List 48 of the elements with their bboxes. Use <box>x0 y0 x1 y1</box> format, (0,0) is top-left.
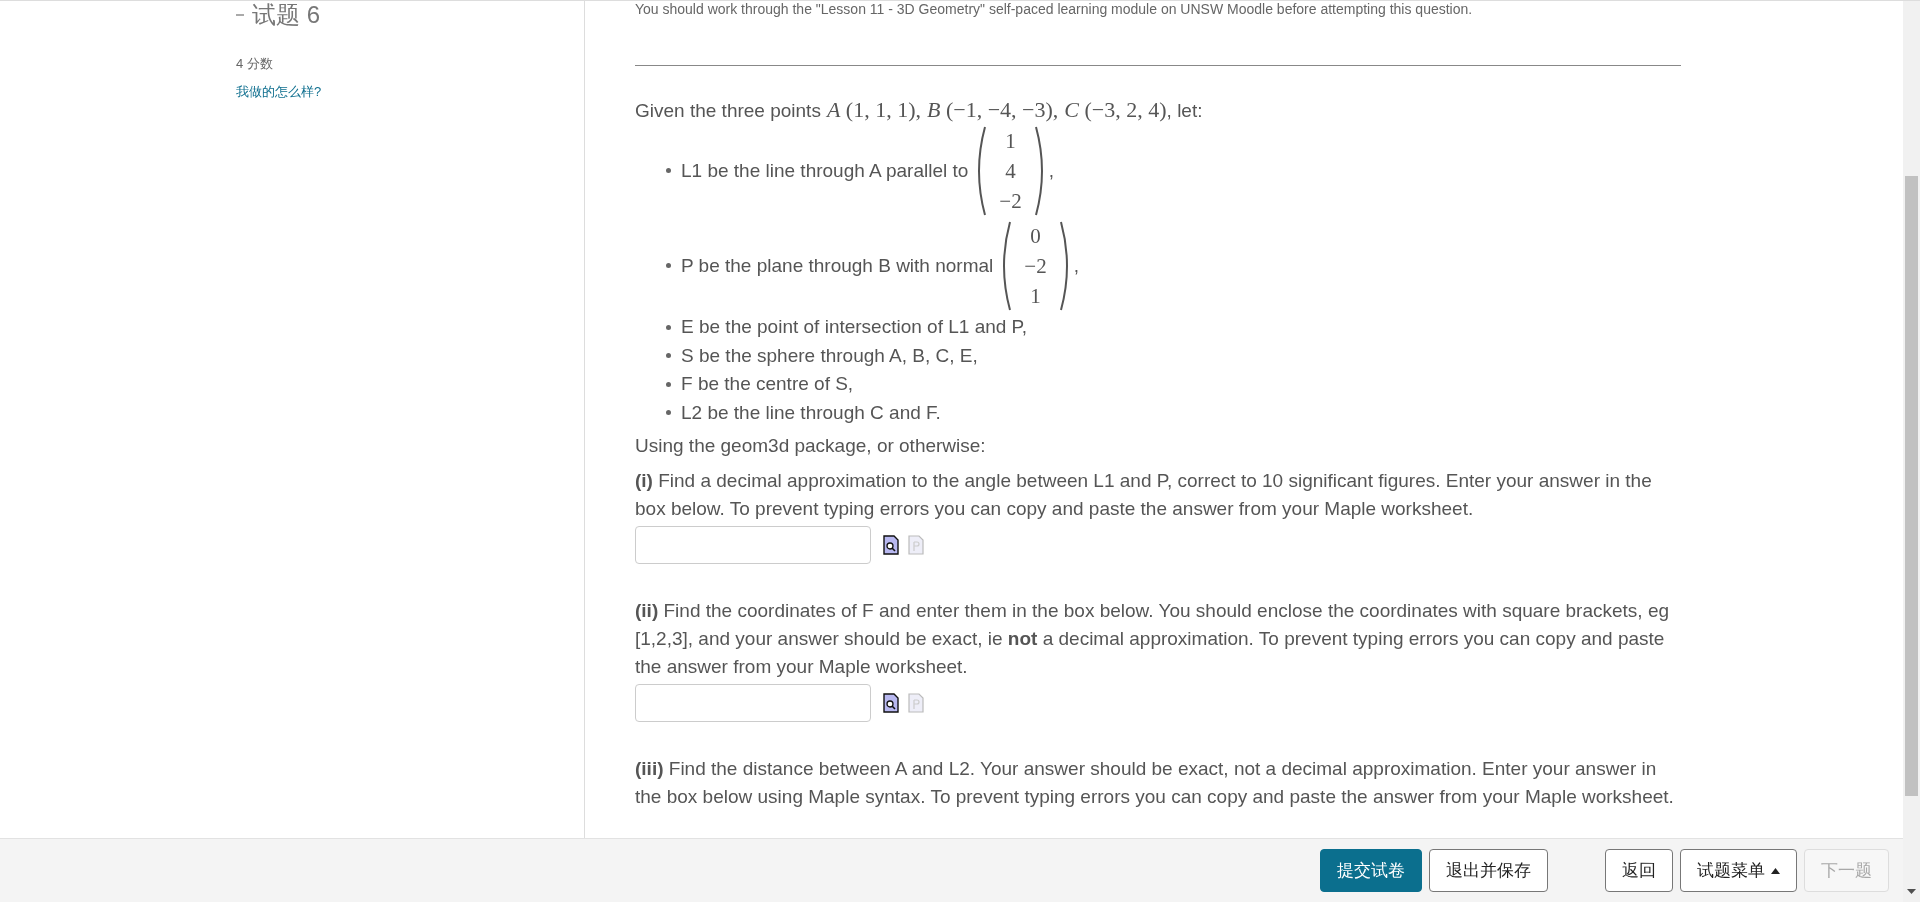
point-coordinates: B (−1, −4, −3), <box>927 96 1059 124</box>
question-marks: 4 分数 <box>236 55 274 73</box>
nav-button[interactable]: 提交试卷 <box>1320 849 1422 892</box>
answer-field[interactable] <box>635 526 871 564</box>
question-part-text: (iii) Find the distance between A and L2. Your answer should be exact, not a decimal approximation. Enter your answer in the box below using Maple syntax. To prevent typing errors you can copy and paste the answer from your Maple worksheet. <box>635 757 1675 809</box>
bullet-icon <box>666 324 671 330</box>
scrollbar[interactable] <box>1903 1 1920 902</box>
point-coordinates: C (−3, 2, 4) <box>1064 96 1167 124</box>
nav-button[interactable]: 退出并保存 <box>1429 849 1548 892</box>
scrollbar-thumb[interactable] <box>1905 176 1918 796</box>
question-part-text: (ii) Find the coordinates of F and enter them in the box below. You should enclose the coordinates with square brackets, eg [1,2,3], and your answer should be exact, ie not a decimal approximation. To prevent typing errors you can copy and paste the answer from your Maple worksheet. <box>635 599 1671 679</box>
question-title: 试题 6 <box>252 1 320 30</box>
vector-entry: −2 <box>1024 253 1047 278</box>
bullet-icon <box>666 381 671 387</box>
feedback-link[interactable]: 我做的怎么样? <box>236 81 584 101</box>
intro-text: Given the three points <box>635 99 821 123</box>
bullet-icon <box>666 168 671 173</box>
collapse-dash-icon[interactable] <box>236 14 244 16</box>
definition-text: L2 be the line through C and F. <box>681 400 941 425</box>
nav-button[interactable]: 返回 <box>1605 849 1673 892</box>
vector-entry: −2 <box>999 188 1022 213</box>
definition-text: P be the plane through B with normal <box>681 253 994 278</box>
question-part-text: (i) Find a decimal approximation to the angle between L1 and P, correct to 10 significant figures. Enter your answer in the box below. To prevent typing errors you can copy and paste the answer from your Maple worksheet. <box>635 469 1653 521</box>
intro-suffix: , let: <box>1166 99 1203 123</box>
vector-entry: 0 <box>1029 223 1042 248</box>
definition-text: S be the sphere through A, B, C, E, <box>681 343 978 368</box>
document-icon <box>908 535 924 555</box>
comma: , <box>1073 253 1079 278</box>
definition-text: F be the centre of S, <box>681 372 854 397</box>
vector-entry: 1 <box>1004 128 1017 153</box>
point-coordinates: A (1, 1, 1), <box>826 96 921 124</box>
bullet-icon <box>666 353 671 359</box>
nav-button[interactable]: 试题菜单 <box>1680 849 1797 892</box>
vector-entry: 4 <box>1004 158 1017 183</box>
definition-text: L1 be the line through A parallel to <box>681 158 969 183</box>
bullet-icon <box>666 410 671 416</box>
vector-entry: 1 <box>1029 283 1042 308</box>
instruction-note: You should work through the "Lesson 11 - 3D Geometry" self-paced learning module on UNSW Moodle before attempting this question. <box>635 1 1474 17</box>
answer-field[interactable] <box>635 684 871 722</box>
lead-text: Using the geom3d package, or otherwise: <box>635 434 987 458</box>
document-icon <box>908 693 924 713</box>
document-search-icon[interactable] <box>883 693 899 713</box>
scroll-down-arrow-icon[interactable] <box>1907 889 1916 894</box>
caret-up-icon <box>1771 867 1780 874</box>
bullet-icon <box>666 263 671 268</box>
document-search-icon[interactable] <box>883 535 899 555</box>
definition-text: E be the point of intersection of L1 and P, <box>681 315 1028 340</box>
comma: , <box>1048 158 1054 183</box>
